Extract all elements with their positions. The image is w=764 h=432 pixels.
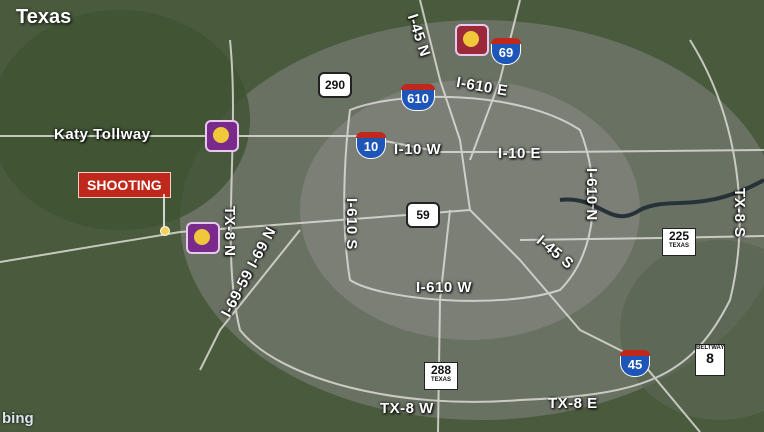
map-view[interactable]: Texas Katy Tollway I-45 N I-610 E I-10 W…	[0, 0, 764, 432]
interstate-69-shield: 69	[491, 38, 521, 65]
road-label-i610-west: I-610 W	[416, 279, 473, 296]
road-label-i10-west: I-10 W	[394, 141, 442, 158]
road-label-tx8-south: TX-8 S	[731, 188, 748, 238]
us-290-shield: 290	[318, 72, 352, 98]
road-label-katy-tollway: Katy Tollway	[54, 126, 151, 143]
tx-288-shield: 288 TEXAS	[424, 362, 458, 390]
shooting-callout: SHOOTING	[78, 172, 171, 198]
interstate-10-shield: 10	[356, 132, 386, 159]
incident-marker-icon[interactable]	[160, 226, 170, 236]
road-label-i610-north: I-610 N	[583, 168, 600, 221]
police-station-badge-icon[interactable]	[205, 120, 239, 152]
beltway-8-shield: BELTWAY 8	[695, 344, 725, 376]
police-station-badge-icon[interactable]	[455, 24, 489, 56]
map-title: Texas	[16, 6, 72, 28]
tx-225-shield: 225 TEXAS	[662, 228, 696, 256]
road-label-i10-east: I-10 E	[498, 145, 542, 162]
interstate-45-shield: 45	[620, 350, 650, 377]
road-label-i610-south-west: I-610 S	[343, 198, 360, 250]
interstate-610-shield: 610	[401, 84, 435, 111]
road-label-tx8-east: TX-8 E	[548, 395, 598, 412]
us-59-shield: 59	[406, 202, 440, 228]
police-station-badge-icon[interactable]	[186, 222, 220, 254]
road-label-tx8-north: TX-8 N	[221, 206, 238, 257]
road-label-tx8-west: TX-8 W	[380, 400, 434, 417]
bing-attribution: bing	[2, 410, 34, 427]
